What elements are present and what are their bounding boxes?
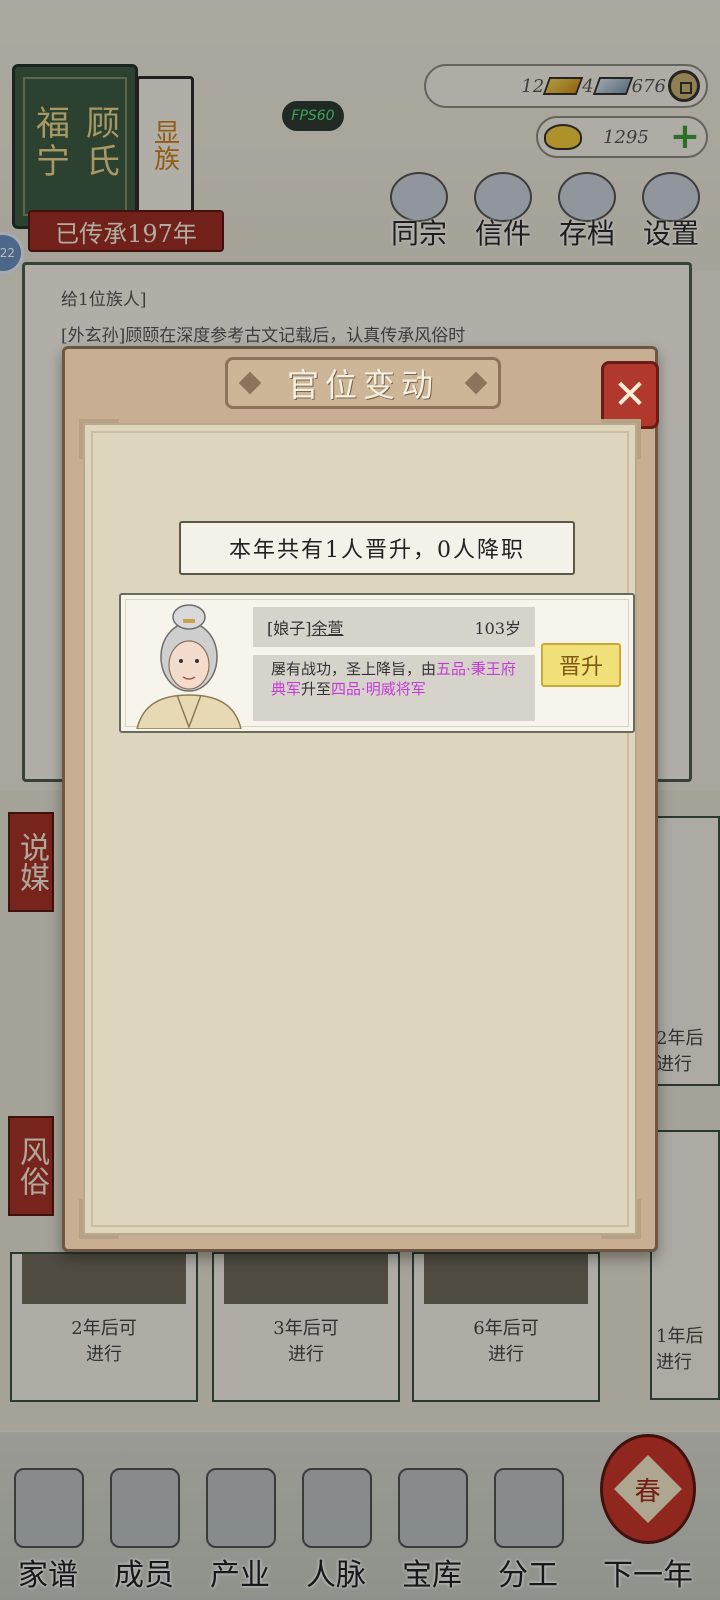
person-age: 103岁 [474,619,521,638]
avatar [136,604,242,729]
dialog-body: 本年共有1人晋升，0人降职 [娘子]余萱 103岁 屡有战功，圣上降旨，由五品·… [79,419,641,1239]
frame-corner [601,419,641,459]
summary-banner: 本年共有1人晋升，0人降职 [179,521,575,575]
dialog-title-plaque: 官位变动 [225,357,501,409]
diamond-ornament-icon [238,371,262,395]
record-person: [娘子]余萱 [267,615,344,639]
frame-corner [79,1199,119,1239]
new-rank: 四品·明威将军 [331,680,426,698]
official-rank-dialog: 官位变动 ✕ 本年共有1人晋升，0人降职 [娘子]余萱 103岁 屡有战功，圣上… [62,346,659,1252]
desc-text: 升至 [301,680,332,698]
person-title: [娘子] [267,619,312,638]
diamond-ornament-icon [464,371,488,395]
dialog-title: 官位变动 [286,366,439,404]
frame-corner [79,419,119,459]
promotion-badge[interactable]: 晋升 [541,643,621,687]
rank-change-record[interactable]: [娘子]余萱 103岁 屡有战功，圣上降旨，由五品·秉王府典军升至四品·明威将军… [119,593,635,733]
record-name-row: [娘子]余萱 103岁 [253,607,535,647]
record-description: 屡有战功，圣上降旨，由五品·秉王府典军升至四品·明威将军 [253,655,535,721]
frame-corner [601,1199,641,1239]
desc-text: 屡有战功，圣上降旨，由 [271,660,437,678]
person-name[interactable]: 余萱 [312,619,344,638]
